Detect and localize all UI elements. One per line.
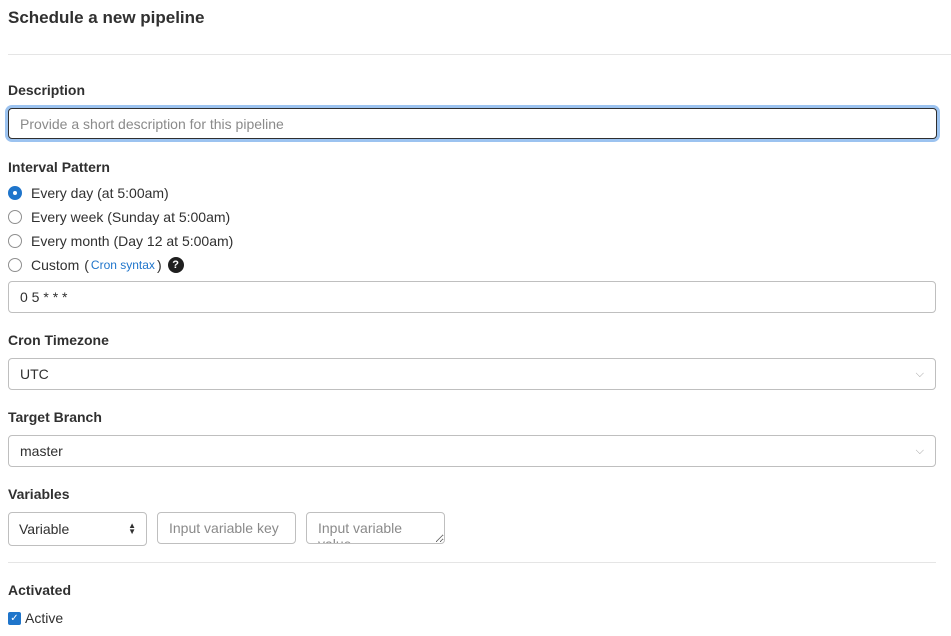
- target-branch-label: Target Branch: [8, 409, 102, 425]
- timezone-dropdown[interactable]: UTC ⌵: [8, 358, 936, 390]
- paren-open: (: [84, 257, 89, 273]
- radio-option-every-day[interactable]: Every day (at 5:00am): [8, 183, 169, 203]
- interval-pattern-label: Interval Pattern: [8, 159, 110, 175]
- radio-option-every-week[interactable]: Every week (Sunday at 5:00am): [8, 207, 230, 227]
- page-title: Schedule a new pipeline: [8, 8, 205, 27]
- description-input[interactable]: [8, 108, 937, 139]
- variable-value-input[interactable]: [306, 512, 445, 544]
- variable-key-input[interactable]: [157, 512, 296, 544]
- radio-every-week[interactable]: [8, 210, 22, 224]
- updown-icon: ▲ ▼: [128, 521, 136, 536]
- radio-every-day-label: Every day (at 5:00am): [31, 185, 169, 201]
- radio-every-month[interactable]: [8, 234, 22, 248]
- branch-dropdown[interactable]: master ⌵: [8, 435, 936, 467]
- question-circle-icon[interactable]: ?: [167, 257, 184, 273]
- variable-type-value: Variable: [19, 521, 70, 537]
- cron-syntax-link[interactable]: Cron syntax: [91, 258, 155, 272]
- active-checkbox-row[interactable]: ✓ Active: [8, 610, 63, 626]
- radio-custom-label: Custom: [31, 257, 80, 273]
- chevron-down-icon: ⌵: [915, 367, 924, 380]
- paren-close: ): [156, 257, 162, 273]
- timezone-value: UTC: [20, 366, 49, 382]
- radio-every-week-label: Every week (Sunday at 5:00am): [31, 209, 231, 225]
- radio-custom[interactable]: [8, 258, 22, 272]
- variables-divider: [8, 562, 936, 563]
- chevron-down-icon: ⌵: [915, 444, 924, 457]
- activated-label: Activated: [8, 582, 72, 598]
- radio-every-month-label: Every month (Day 12 at 5:00am): [31, 233, 234, 249]
- active-checkbox-label: Active: [25, 610, 64, 626]
- branch-value: master: [20, 443, 63, 459]
- variable-type-select[interactable]: Variable ▲ ▼: [8, 512, 147, 546]
- description-label: Description: [8, 82, 86, 98]
- radio-option-every-month[interactable]: Every month (Day 12 at 5:00am): [8, 231, 233, 251]
- cron-timezone-label: Cron Timezone: [8, 332, 109, 348]
- variables-label: Variables: [8, 486, 70, 502]
- active-checkbox[interactable]: ✓: [8, 611, 21, 625]
- cron-pattern-input[interactable]: [8, 281, 936, 313]
- radio-every-day[interactable]: [8, 186, 22, 200]
- radio-option-custom[interactable]: Custom ( Cron syntax ) ?: [8, 255, 184, 275]
- header-divider: [8, 54, 951, 55]
